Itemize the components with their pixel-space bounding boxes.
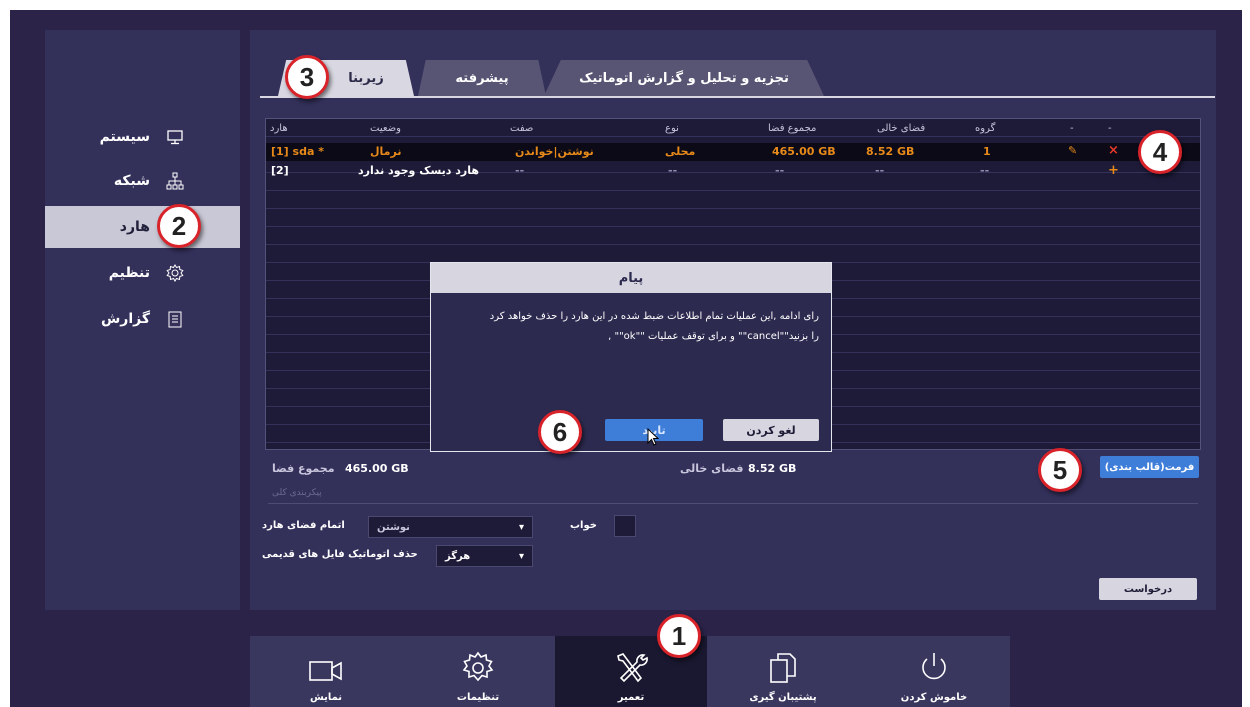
general-config-label: پیکربندی کلی [272,488,322,498]
tab-label: پیشرفته [455,70,509,86]
message-dialog: پیام رای ادامه ,این عملیات تمام اطلاعات … [430,262,832,452]
bottom-item-label: خاموش کردن [900,692,968,703]
table-cell: -- [980,164,990,177]
sidebar-item-hdd[interactable]: هارد [45,206,240,248]
table-cell: نرمال [370,145,402,158]
mouse-cursor-icon [647,427,660,450]
sidebar-item-label: شبکه [113,173,150,189]
cancel-button[interactable]: لغو کردن [723,419,819,441]
apply-button[interactable]: درخواست [1099,578,1197,600]
tab-analysis[interactable]: تجزیه و تحلیل و گزارش اتوماتیک [544,60,824,96]
gear-icon [462,651,494,682]
table-cell: 8.52 GB [866,145,915,158]
auto-delete-label: حذف اتوماتیک فایل های قدیمی [262,549,418,560]
column-header-type: نوع [665,123,679,134]
column-header-free: فضای خالی [877,123,926,134]
free-space-value: 8.52 GB [748,462,797,475]
bottom-item-shutdown[interactable]: خاموش کردن [858,636,1010,707]
step-marker-3: 3 [285,55,329,99]
table-cell: 1 [983,145,991,158]
table-cell: 465.00 GB [772,145,836,158]
free-space-label: فضای خالی [680,462,744,475]
table-cell: -- [775,164,785,177]
hdd-full-label: اتمام فضای هارد [262,520,345,531]
table-row-selected[interactable] [266,143,1200,161]
table-cell: هارد دیسک وجود ندارد [358,164,479,177]
delete-icon[interactable]: × [1108,143,1119,158]
total-space-value: 465.00 GB [345,462,409,475]
sidebar: سیستم شبکه هارد تنظیم گزارش [45,30,240,610]
bottom-item-display[interactable]: نمایش [250,636,402,707]
tab-underline [260,96,1215,98]
network-icon [166,172,184,190]
report-icon [166,310,184,328]
bottom-item-label: تعمیر [617,692,645,703]
sleep-label: خواب [570,520,597,531]
sidebar-item-network[interactable]: شبکه [45,160,240,202]
gear-icon [166,264,184,282]
step-marker-5: 5 [1038,448,1082,492]
column-header-status: وضعیت [370,123,401,134]
column-header-hdd: هارد [270,123,288,134]
step-marker-4: 4 [1138,130,1182,174]
auto-delete-select[interactable]: هرگز ▾ [436,545,533,567]
format-button[interactable]: (قالب بندی)فرمت [1100,456,1199,478]
table-cell: نوشتن|خواندن [515,145,594,158]
bottom-item-settings[interactable]: تنظیمات [402,636,554,707]
dialog-message-line1: رای ادامه ,این عملیات تمام اطلاعات ضبط ش… [489,311,819,322]
sidebar-item-label: هارد [119,219,150,235]
sidebar-item-label: تنظیم [108,265,150,281]
dialog-title: پیام [431,263,831,293]
column-header-action: - [1108,123,1112,134]
power-icon [922,653,946,680]
sidebar-item-system[interactable]: سیستم [45,116,240,158]
hdd-full-select[interactable]: نوشتن ▾ [368,516,533,538]
column-header-group: گروه [975,123,996,134]
bottom-item-label: پشتیبان گیری [749,692,817,703]
camera-icon [309,661,342,681]
divider [268,503,1198,504]
copy-icon [770,653,796,683]
bottom-item-label: تنظیمات [456,692,500,703]
table-cell: محلی [665,145,696,158]
sidebar-item-config[interactable]: تنظیم [45,252,240,294]
step-marker-6: 6 [538,410,582,454]
bottom-item-label: نمایش [309,692,343,703]
sleep-checkbox[interactable] [614,515,636,537]
tab-label: تجزیه و تحلیل و گزارش اتوماتیک [579,70,789,86]
chevron-down-icon: ▾ [518,521,524,533]
table-cell: -- [668,164,678,177]
tools-icon [617,653,648,683]
dialog-message-line2: را بزنید""cancel"" و برای توقف عملیات ""… [608,331,819,342]
tab-advanced[interactable]: پیشرفته [418,60,546,96]
add-icon[interactable]: + [1108,163,1119,178]
bottom-item-backup[interactable]: پشتیبان گیری [707,636,859,707]
sidebar-item-label: گزارش [100,311,150,327]
table-cell: [1] sda * [271,145,324,158]
edit-icon[interactable]: ✎ [1068,144,1077,157]
column-header-total: مجموع فضا [768,123,817,134]
sidebar-item-report[interactable]: گزارش [45,298,240,340]
table-cell: [2] [271,164,289,177]
step-marker-1: 1 [657,614,701,658]
table-cell: -- [875,164,885,177]
tab-label: زیربنا [348,70,384,86]
select-value: نوشتن [377,521,410,533]
total-space-label: مجموع فضا [272,462,335,475]
chevron-down-icon: ▾ [518,550,524,562]
table-cell: -- [515,164,525,177]
column-header-edit: - [1070,123,1074,134]
sidebar-item-label: سیستم [99,129,150,145]
monitor-icon [166,128,184,146]
column-header-attr: صفت [510,123,534,134]
select-value: هرگز [445,550,471,562]
step-marker-2: 2 [157,204,201,248]
